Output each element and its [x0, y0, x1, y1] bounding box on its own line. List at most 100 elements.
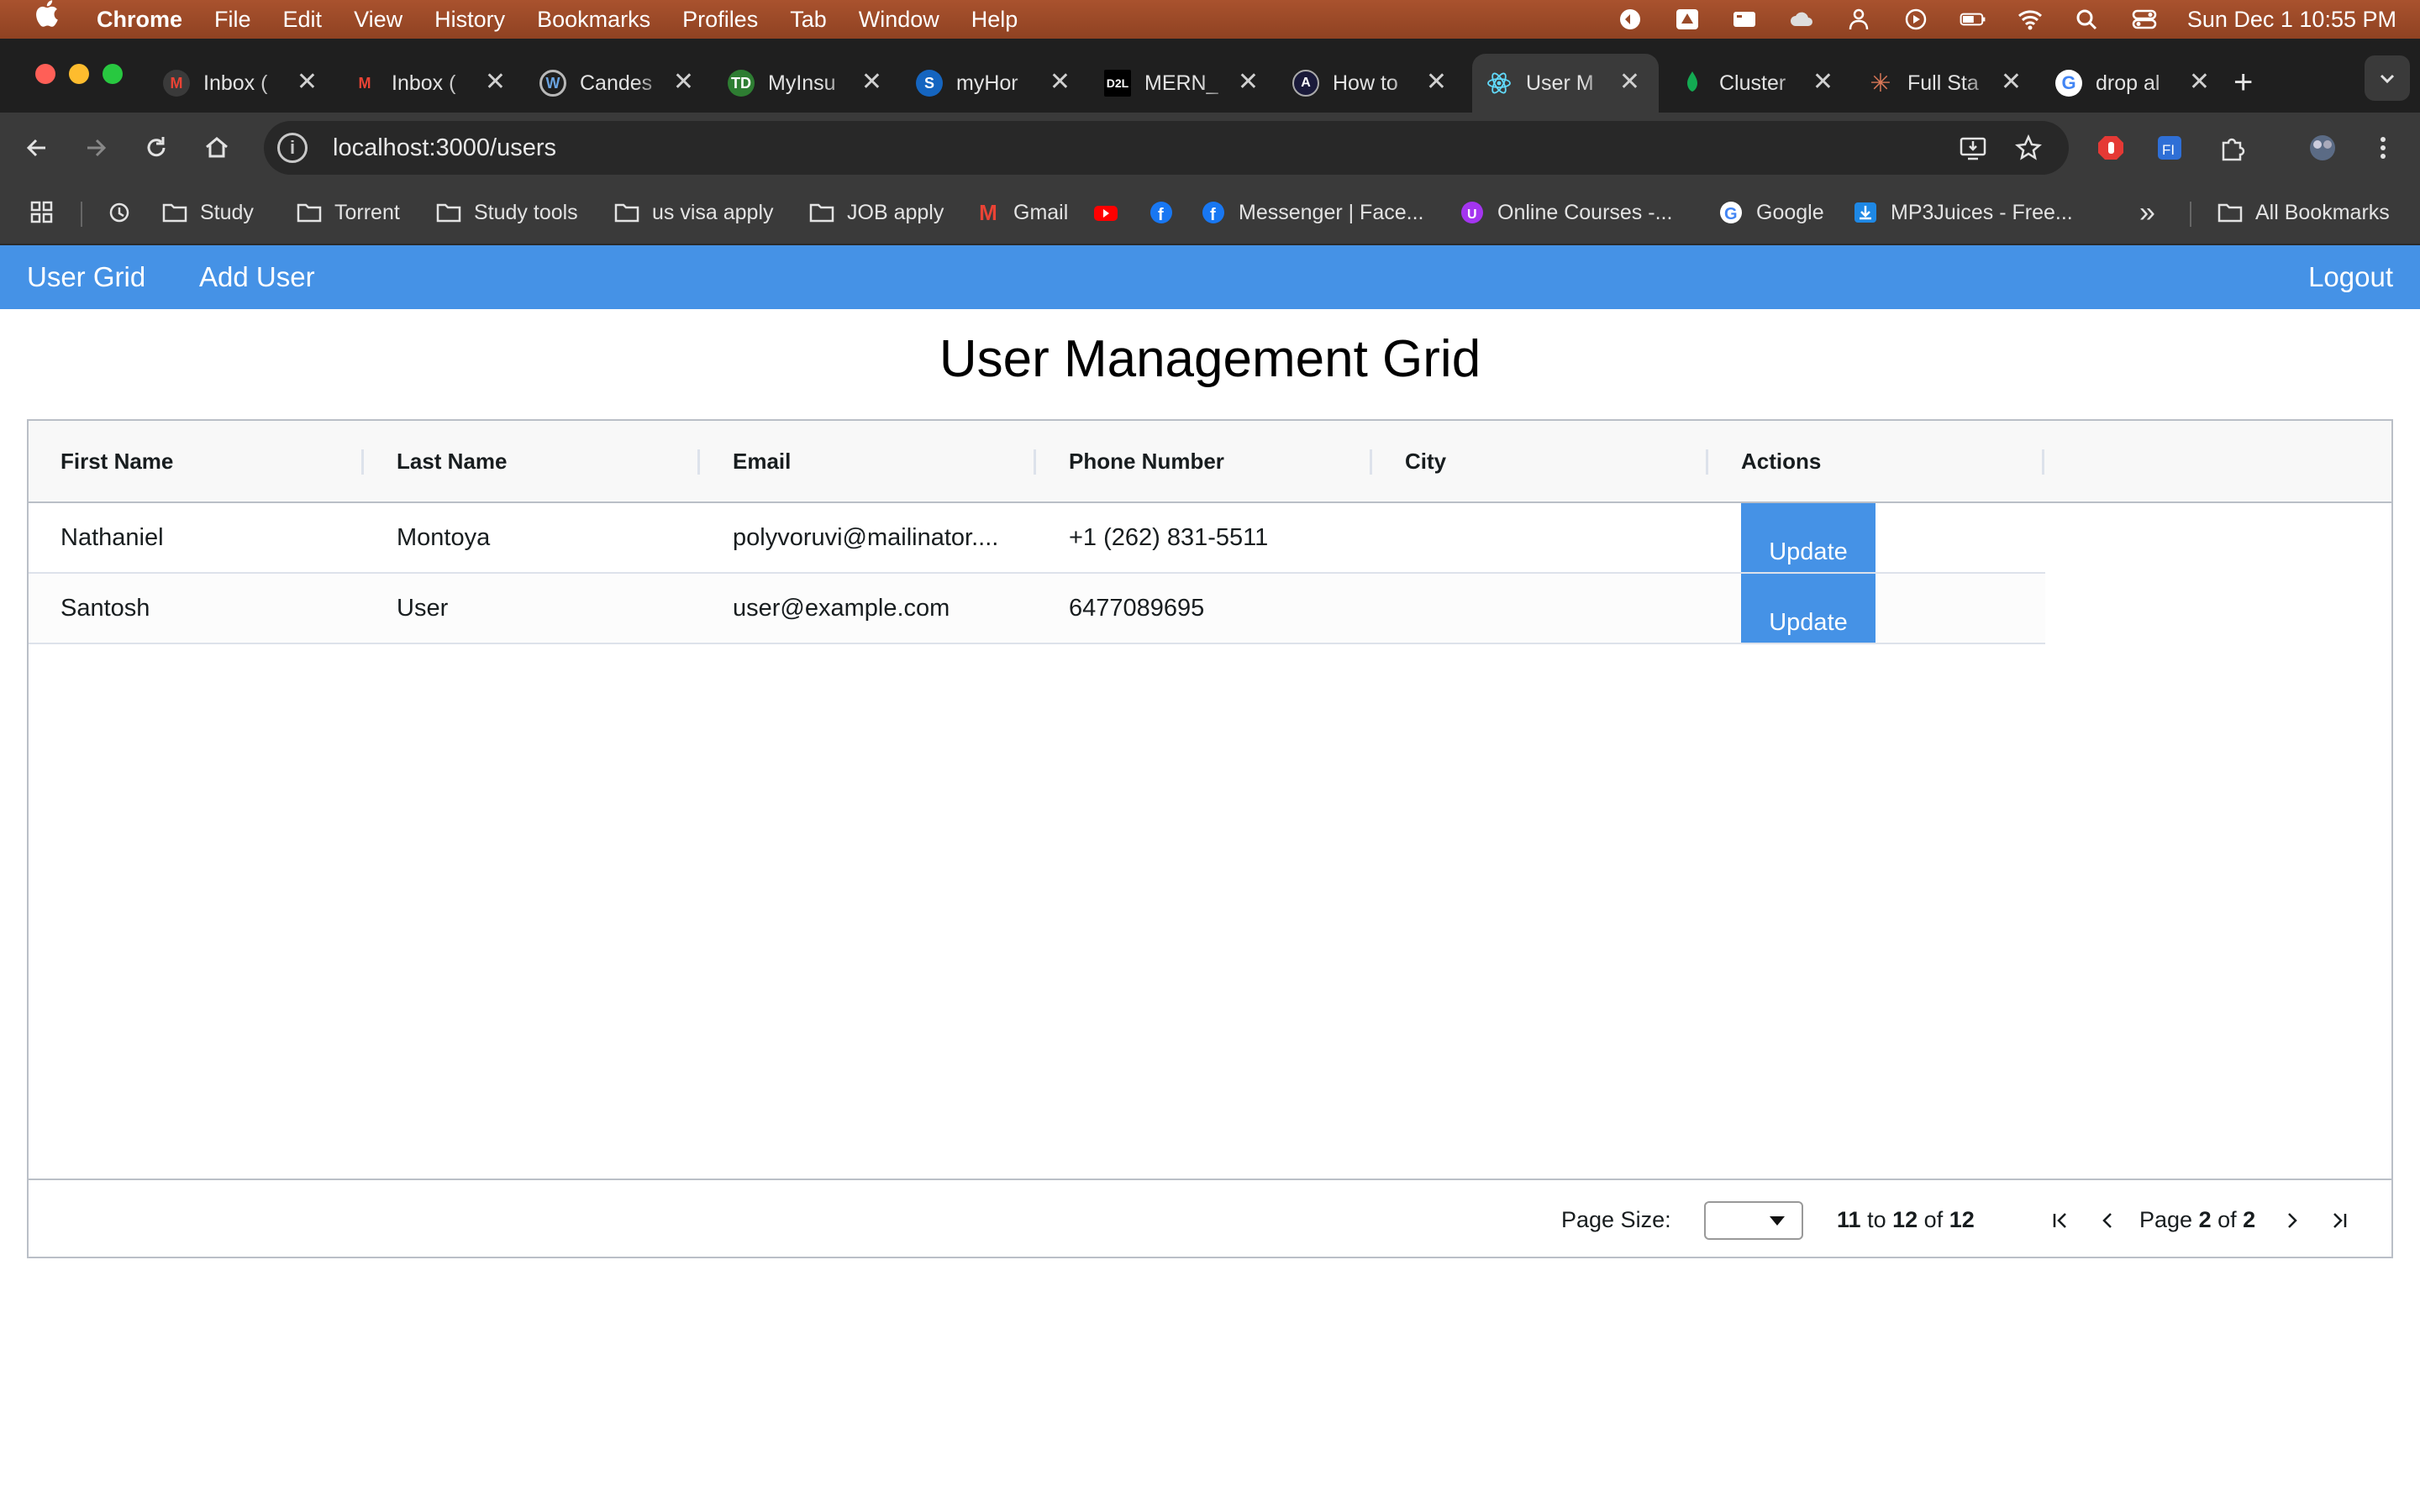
- cell-first-name[interactable]: Santosh: [29, 574, 365, 643]
- table-row[interactable]: Santosh User user@example.com 6477089695…: [29, 574, 2045, 644]
- media-play-icon[interactable]: [1902, 7, 1930, 32]
- page-size-select[interactable]: [1704, 1201, 1803, 1240]
- menu-help[interactable]: Help: [955, 0, 1034, 39]
- column-resize-handle[interactable]: [697, 449, 700, 475]
- tab-search-button[interactable]: [2365, 55, 2410, 101]
- browser-tab[interactable]: A How to ✕: [1279, 54, 1465, 113]
- browser-menu-icon[interactable]: [2365, 129, 2402, 166]
- cell-email[interactable]: user@example.com: [701, 574, 1037, 643]
- browser-tab[interactable]: M Inbox ( ✕: [150, 54, 336, 113]
- nav-add-user-link[interactable]: Add User: [199, 245, 315, 309]
- window-minimize-button[interactable]: [69, 64, 89, 84]
- nav-user-grid-link[interactable]: User Grid: [27, 245, 145, 309]
- menu-history[interactable]: History: [418, 0, 521, 39]
- tab-close-icon[interactable]: ✕: [1426, 69, 1447, 96]
- cell-phone[interactable]: 6477089695: [1037, 574, 1373, 643]
- bookmark-folder-torrent[interactable]: Torrent: [296, 183, 400, 242]
- cell-last-name[interactable]: Montoya: [365, 503, 701, 572]
- bookmark-youtube[interactable]: [1092, 183, 1131, 242]
- bookmarks-overflow-button[interactable]: »: [2139, 183, 2155, 242]
- browser-tab[interactable]: Cluster ✕: [1665, 54, 1852, 113]
- screen-capture-icon[interactable]: [1730, 7, 1759, 32]
- tab-close-icon[interactable]: ✕: [673, 69, 694, 96]
- cell-email[interactable]: polyvoruvi@mailinator....: [701, 503, 1037, 572]
- install-app-icon[interactable]: [1954, 129, 1991, 166]
- tab-close-icon[interactable]: ✕: [861, 69, 882, 96]
- browser-tab[interactable]: D2L MERN_ ✕: [1091, 54, 1277, 113]
- browser-tab[interactable]: G drop al ✕: [2042, 54, 2228, 113]
- column-resize-handle[interactable]: [361, 449, 364, 475]
- cell-phone[interactable]: +1 (262) 831-5511: [1037, 503, 1373, 572]
- menu-view[interactable]: View: [338, 0, 418, 39]
- all-bookmarks-button[interactable]: All Bookmarks: [2217, 183, 2390, 242]
- menu-tab[interactable]: Tab: [774, 0, 843, 39]
- bookmark-folder-job-apply[interactable]: JOB apply: [808, 183, 944, 242]
- menu-app-name[interactable]: Chrome: [81, 0, 198, 39]
- extensions-puzzle-icon[interactable]: [2213, 129, 2250, 166]
- apps-grid-icon[interactable]: [29, 183, 67, 242]
- column-resize-handle[interactable]: [1706, 449, 1708, 475]
- tab-close-icon[interactable]: ✕: [1238, 69, 1259, 96]
- icloud-icon[interactable]: [1787, 7, 1816, 32]
- address-bar-url[interactable]: localhost:3000/users: [333, 134, 556, 162]
- window-close-button[interactable]: [35, 64, 55, 84]
- menu-bookmarks[interactable]: Bookmarks: [521, 0, 666, 39]
- tab-close-icon[interactable]: ✕: [1050, 69, 1071, 96]
- bookmark-folder-us-visa-apply[interactable]: us visa apply: [613, 183, 774, 242]
- column-header-first-name[interactable]: First Name: [29, 421, 173, 501]
- column-header-email[interactable]: Email: [701, 421, 791, 501]
- menu-edit[interactable]: Edit: [267, 0, 339, 39]
- update-user-button[interactable]: Update: [1741, 574, 1876, 643]
- bookmark-online-courses[interactable]: U Online Courses -...: [1459, 183, 1672, 242]
- browser-tab[interactable]: M Inbox ( ✕: [338, 54, 524, 113]
- bookmark-mp3juices[interactable]: MP3Juices - Free...: [1852, 183, 2073, 242]
- column-header-city[interactable]: City: [1373, 421, 1446, 501]
- tab-close-icon[interactable]: ✕: [1619, 69, 1640, 96]
- home-button[interactable]: [198, 129, 235, 166]
- drive-icon[interactable]: [1673, 7, 1702, 32]
- bookmark-folder-study-tools[interactable]: Study tools: [435, 183, 578, 242]
- next-page-button[interactable]: [2277, 1205, 2307, 1236]
- tab-close-icon[interactable]: ✕: [2189, 69, 2210, 96]
- update-user-button[interactable]: Update: [1741, 503, 1876, 572]
- browser-tab-active[interactable]: User M ✕: [1472, 54, 1659, 113]
- column-header-phone-number[interactable]: Phone Number: [1037, 421, 1224, 501]
- menu-profiles[interactable]: Profiles: [666, 0, 774, 39]
- cell-first-name[interactable]: Nathaniel: [29, 503, 365, 572]
- cell-last-name[interactable]: User: [365, 574, 701, 643]
- bookmark-google[interactable]: G Google: [1718, 183, 1824, 242]
- tab-close-icon[interactable]: ✕: [297, 69, 318, 96]
- first-page-button[interactable]: [2045, 1205, 2075, 1236]
- extension-fi-icon[interactable]: FI: [2151, 129, 2188, 166]
- tab-close-icon[interactable]: ✕: [485, 69, 506, 96]
- column-header-last-name[interactable]: Last Name: [365, 421, 508, 501]
- previous-page-button[interactable]: [2092, 1205, 2123, 1236]
- column-resize-handle[interactable]: [1034, 449, 1036, 475]
- forward-button[interactable]: [77, 129, 114, 166]
- bookmark-gmail[interactable]: M Gmail: [975, 183, 1068, 242]
- creative-cloud-icon[interactable]: [1616, 7, 1644, 32]
- bookmark-star-icon[interactable]: [2010, 129, 2047, 166]
- tab-close-icon[interactable]: ✕: [1812, 69, 1833, 96]
- adblock-extension-icon[interactable]: [2092, 129, 2129, 166]
- control-center-icon[interactable]: [2130, 7, 2159, 32]
- column-resize-handle[interactable]: [2042, 449, 2044, 475]
- tab-close-icon[interactable]: ✕: [2001, 69, 2022, 96]
- bookmark-messenger[interactable]: f Messenger | Face...: [1200, 183, 1423, 242]
- wifi-icon[interactable]: [2016, 7, 2044, 32]
- browser-tab[interactable]: ✳ Full Sta ✕: [1854, 54, 2040, 113]
- last-page-button[interactable]: [2324, 1205, 2354, 1236]
- address-bar[interactable]: i localhost:3000/users: [264, 121, 2069, 175]
- bookmark-folder-study[interactable]: Study: [161, 183, 254, 242]
- battery-icon[interactable]: [1959, 7, 1987, 32]
- menu-window[interactable]: Window: [843, 0, 955, 39]
- apple-menu-icon[interactable]: [0, 0, 81, 39]
- browser-tab[interactable]: TD MyInsu ✕: [714, 54, 901, 113]
- cell-city[interactable]: [1373, 503, 1709, 572]
- cell-city[interactable]: [1373, 574, 1709, 643]
- column-resize-handle[interactable]: [1370, 449, 1372, 475]
- column-header-actions[interactable]: Actions: [1709, 421, 1821, 501]
- window-zoom-button[interactable]: [103, 64, 123, 84]
- history-icon[interactable]: [106, 183, 145, 242]
- spotlight-search-icon[interactable]: [2073, 7, 2102, 32]
